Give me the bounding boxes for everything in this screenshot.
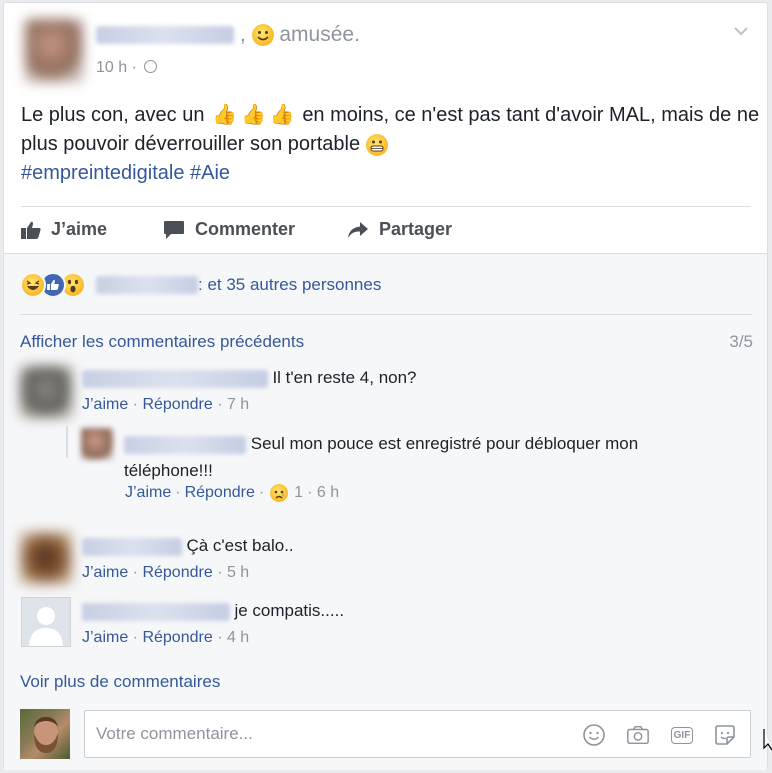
comment-text: je compatis..... <box>234 601 345 620</box>
reply-meta: J’aime · Répondre · 1 · 6 h <box>125 484 340 502</box>
post-time[interactable]: 10 h · <box>96 59 137 76</box>
share-button[interactable]: Partager <box>347 219 452 240</box>
comment-time[interactable]: · 4 h <box>217 629 249 646</box>
share-label: Partager <box>379 219 453 239</box>
reply-author-avatar[interactable] <box>81 428 113 460</box>
emoji-icon[interactable] <box>582 723 606 747</box>
reply-time[interactable]: · 6 h <box>307 484 339 502</box>
author-name[interactable] <box>96 26 234 45</box>
post-card: , amusée. 10 h · Le plus con, avec un 👍 👍… <box>3 2 768 770</box>
reply-thread-line <box>66 426 68 458</box>
chevron-down-icon[interactable] <box>733 23 749 41</box>
comment-like-link[interactable]: J’aime <box>82 396 128 413</box>
reply-like-link[interactable]: J’aime <box>125 484 171 502</box>
gif-icon[interactable]: GIF <box>670 723 694 747</box>
comment-composer: GIF <box>84 710 751 758</box>
sad-reaction-icon[interactable] <box>270 484 289 502</box>
divider <box>20 314 752 315</box>
like-label: J’aime <box>51 219 108 239</box>
comment-button[interactable]: Commenter <box>163 219 295 240</box>
reply-author-name[interactable] <box>124 435 246 454</box>
comment-time[interactable]: · 7 h <box>217 396 249 413</box>
author-avatar[interactable] <box>25 19 83 83</box>
author-line: , amusée. <box>96 23 360 47</box>
comment-text: Çà c'est balo.. <box>186 536 294 555</box>
comment-like-link[interactable]: J’aime <box>82 564 128 581</box>
thumbs-up-emoji-icon: 👍 <box>269 104 295 126</box>
haha-reaction-icon <box>20 272 46 298</box>
commenter-name[interactable] <box>82 369 268 388</box>
see-more-comments-link[interactable]: Voir plus de commentaires <box>20 672 220 692</box>
post-text-part1: Le plus con, avec un <box>21 104 205 126</box>
reactor-name[interactable] <box>96 276 198 294</box>
reply-reply-link[interactable]: Répondre <box>185 484 255 502</box>
like-button[interactable]: J’aime <box>21 219 107 240</box>
comment-meta: J’aime · Répondre · 4 h <box>82 629 250 646</box>
commenter-avatar[interactable] <box>20 366 72 418</box>
commenter-name[interactable] <box>82 537 182 556</box>
sticker-icon[interactable] <box>713 723 737 747</box>
mouse-cursor-icon <box>762 728 772 757</box>
comment-reply-link[interactable]: Répondre <box>142 564 212 581</box>
smile-emoji-icon <box>251 24 274 47</box>
comment-count: 3/5 <box>729 332 753 351</box>
thumbs-up-emoji-icon: 👍 <box>212 104 237 126</box>
commenter-avatar[interactable] <box>20 532 72 584</box>
post-text: Le plus con, avec un 👍 👍 👍 en moins, ce n'… <box>21 101 761 188</box>
comment-reply-link[interactable]: Répondre <box>142 629 212 646</box>
hashtag-link[interactable]: #Aie <box>190 162 230 184</box>
thumbs-up-emoji-icon: 👍 <box>240 104 266 126</box>
feeling-label: amusée. <box>279 23 360 46</box>
reactions-summary[interactable]: : et 35 autres personnes <box>20 272 381 298</box>
comment-meta: J’aime · Répondre · 5 h <box>82 564 250 581</box>
feedback-section: : et 35 autres personnes Afficher les co… <box>4 253 767 770</box>
comment-time[interactable]: · 5 h <box>217 564 249 581</box>
show-previous-comments-link[interactable]: Afficher les commentaires précédents <box>20 332 304 352</box>
grimace-emoji-icon <box>365 133 388 156</box>
comment-reply-link[interactable]: Répondre <box>142 396 212 413</box>
share-arrow-icon <box>348 221 368 238</box>
comment-like-link[interactable]: J’aime <box>82 629 128 646</box>
comment-bubble-icon <box>164 220 184 239</box>
gif-label: GIF <box>670 726 694 744</box>
hashtag-link[interactable]: #empreintedigitale <box>21 162 184 184</box>
current-user-avatar[interactable] <box>20 709 70 759</box>
thumbs-up-icon <box>21 221 41 239</box>
comment-input[interactable] <box>94 723 558 745</box>
globe-icon[interactable] <box>144 60 158 73</box>
action-bar: J’aime Commenter Partager <box>21 217 751 245</box>
reply-reaction-count[interactable]: 1 <box>294 484 303 502</box>
comment-label: Commenter <box>195 219 296 239</box>
divider <box>21 206 751 207</box>
default-avatar-icon[interactable] <box>21 597 71 647</box>
comment-meta: J’aime · Répondre · 7 h <box>82 396 250 413</box>
camera-icon[interactable] <box>626 723 650 747</box>
reactions-others-link[interactable]: : et 35 autres personnes <box>198 275 381 295</box>
commenter-name[interactable] <box>82 602 230 621</box>
comment-text: Il t'en reste 4, non? <box>272 368 417 387</box>
post-time-line: 10 h · <box>96 59 158 77</box>
